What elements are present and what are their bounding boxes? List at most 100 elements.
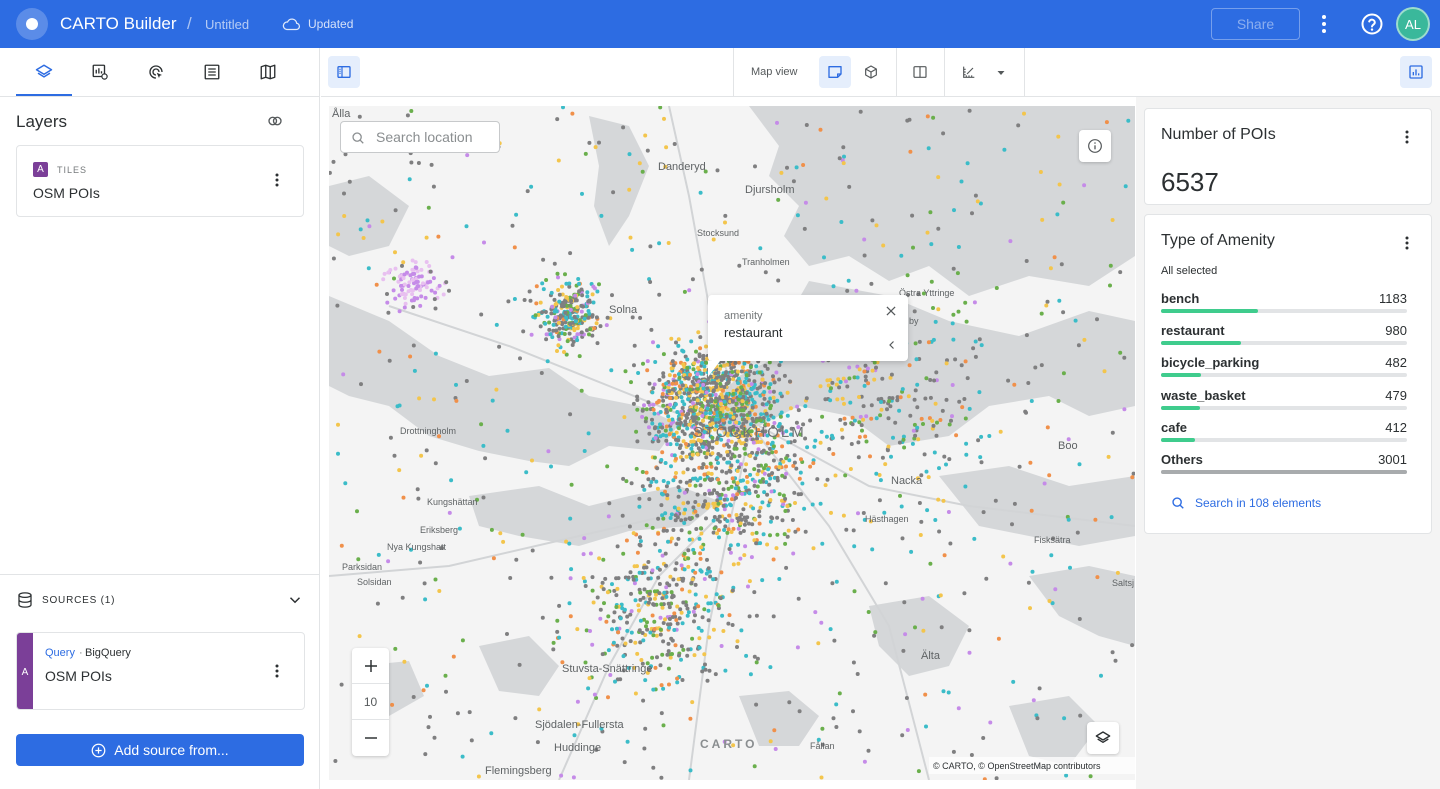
poi-point[interactable] xyxy=(670,359,675,364)
poi-point[interactable] xyxy=(680,348,685,353)
poi-point[interactable] xyxy=(898,493,902,498)
poi-point[interactable] xyxy=(657,241,662,246)
poi-point[interactable] xyxy=(963,416,968,421)
poi-point[interactable] xyxy=(734,373,739,378)
poi-point[interactable] xyxy=(721,503,726,508)
poi-point[interactable] xyxy=(650,568,655,573)
poi-point[interactable] xyxy=(697,645,702,650)
poi-point[interactable] xyxy=(673,351,678,356)
tab-legend[interactable] xyxy=(200,60,224,84)
poi-point[interactable] xyxy=(913,388,918,393)
poi-point[interactable] xyxy=(1022,111,1026,116)
poi-point[interactable] xyxy=(650,390,655,395)
poi-point[interactable] xyxy=(605,590,610,595)
poi-point[interactable] xyxy=(869,403,874,408)
poi-point[interactable] xyxy=(711,577,716,582)
poi-point[interactable] xyxy=(910,441,915,446)
poi-point[interactable] xyxy=(1077,617,1082,621)
poi-point[interactable] xyxy=(1078,713,1083,718)
poi-point[interactable] xyxy=(483,456,488,461)
poi-point[interactable] xyxy=(677,426,681,431)
poi-point[interactable] xyxy=(765,492,770,497)
poi-point[interactable] xyxy=(743,544,748,549)
poi-point[interactable] xyxy=(611,190,616,195)
poi-point[interactable] xyxy=(597,140,601,145)
poi-point[interactable] xyxy=(657,591,662,596)
poi-point[interactable] xyxy=(698,556,703,561)
poi-point[interactable] xyxy=(1029,508,1034,513)
poi-point[interactable] xyxy=(631,531,636,536)
poi-point[interactable] xyxy=(685,653,690,658)
poi-point[interactable] xyxy=(914,357,919,362)
poi-point[interactable] xyxy=(820,414,825,419)
poi-point[interactable] xyxy=(392,276,396,281)
poi-point[interactable] xyxy=(637,496,642,501)
poi-point[interactable] xyxy=(829,386,833,391)
poi-point[interactable] xyxy=(408,354,413,359)
poi-point[interactable] xyxy=(768,498,773,502)
poi-point[interactable] xyxy=(582,316,587,321)
poi-point[interactable] xyxy=(760,402,765,407)
poi-point[interactable] xyxy=(816,641,821,646)
poi-point[interactable] xyxy=(597,282,601,287)
poi-point[interactable] xyxy=(614,576,619,581)
poi-point[interactable] xyxy=(648,244,653,249)
poi-point[interactable] xyxy=(627,524,632,529)
poi-point[interactable] xyxy=(862,253,867,258)
poi-point[interactable] xyxy=(700,445,705,449)
poi-point[interactable] xyxy=(386,559,391,564)
poi-point[interactable] xyxy=(677,390,682,395)
poi-point[interactable] xyxy=(912,309,917,314)
poi-point[interactable] xyxy=(654,479,659,484)
poi-point[interactable] xyxy=(862,369,867,374)
poi-point[interactable] xyxy=(683,507,688,512)
poi-point[interactable] xyxy=(1047,473,1052,478)
poi-point[interactable] xyxy=(637,161,642,166)
poi-point[interactable] xyxy=(701,386,706,391)
poi-point[interactable] xyxy=(417,274,422,279)
user-avatar[interactable]: AL xyxy=(1396,7,1430,41)
poi-point[interactable] xyxy=(479,422,484,427)
poi-point[interactable] xyxy=(694,562,699,567)
poi-point[interactable] xyxy=(879,400,883,404)
poi-point[interactable] xyxy=(336,232,341,237)
poi-point[interactable] xyxy=(580,191,584,196)
poi-point[interactable] xyxy=(393,266,398,271)
poi-point[interactable] xyxy=(874,223,879,228)
poi-point[interactable] xyxy=(727,613,732,618)
poi-point[interactable] xyxy=(848,400,853,405)
poi-point[interactable] xyxy=(1062,716,1067,721)
poi-point[interactable] xyxy=(583,151,588,156)
poi-point[interactable] xyxy=(657,292,662,297)
poi-point[interactable] xyxy=(718,381,723,386)
poi-point[interactable] xyxy=(641,638,646,643)
poi-point[interactable] xyxy=(944,361,949,366)
poi-point[interactable] xyxy=(743,502,748,507)
poi-point[interactable] xyxy=(824,434,829,439)
poi-point[interactable] xyxy=(1095,575,1100,580)
poi-point[interactable] xyxy=(1118,350,1123,355)
poi-point[interactable] xyxy=(686,397,691,402)
poi-point[interactable] xyxy=(771,557,776,562)
poi-point[interactable] xyxy=(685,365,690,370)
poi-point[interactable] xyxy=(1073,318,1078,323)
poi-point[interactable] xyxy=(889,454,893,459)
poi-point[interactable] xyxy=(733,361,738,365)
poi-point[interactable] xyxy=(784,464,788,469)
poi-point[interactable] xyxy=(557,292,562,297)
poi-point[interactable] xyxy=(601,587,606,592)
poi-point[interactable] xyxy=(749,382,754,387)
poi-point[interactable] xyxy=(944,397,949,402)
poi-point[interactable] xyxy=(557,603,562,608)
poi-point[interactable] xyxy=(388,268,393,272)
poi-point[interactable] xyxy=(654,633,659,638)
poi-point[interactable] xyxy=(522,298,527,302)
poi-point[interactable] xyxy=(1056,134,1061,139)
tab-layers[interactable] xyxy=(32,60,56,84)
poi-point[interactable] xyxy=(423,295,428,300)
poi-point[interactable] xyxy=(673,567,678,572)
poi-point[interactable] xyxy=(656,344,661,349)
poi-point[interactable] xyxy=(671,478,676,483)
poi-point[interactable] xyxy=(972,300,977,305)
poi-point[interactable] xyxy=(590,642,595,647)
